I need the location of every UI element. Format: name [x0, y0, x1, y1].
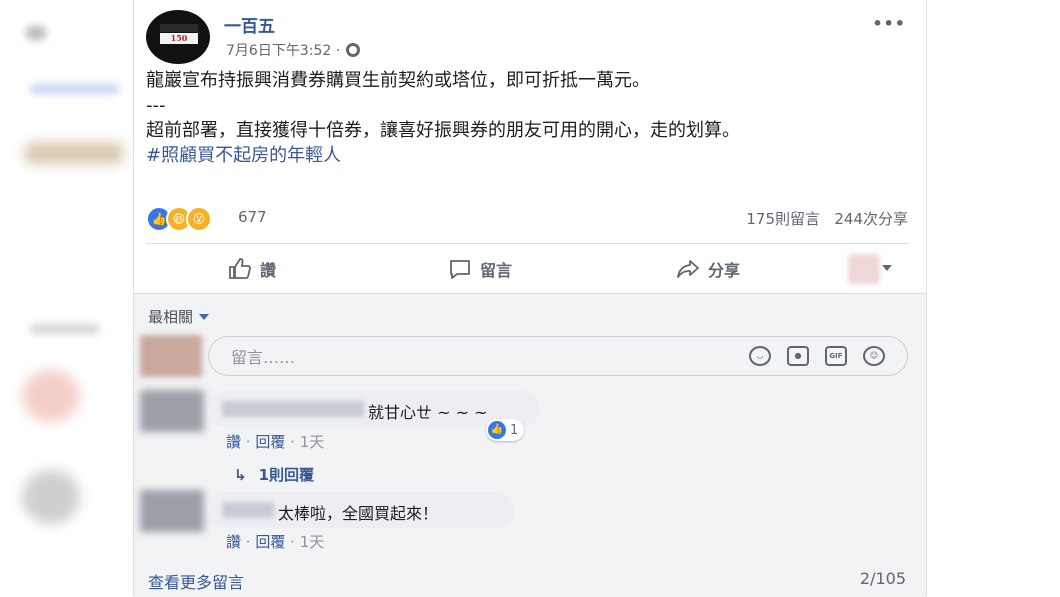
- page-name[interactable]: 一百五: [224, 12, 275, 37]
- avatar[interactable]: [140, 490, 204, 532]
- post-text-line: 超前部署，直接獲得十倍券，讓喜好振興券的朋友可用的開心，走的划算。: [146, 120, 740, 141]
- comment-reply-link[interactable]: 回覆: [255, 433, 285, 451]
- thumbs-up-icon: [229, 258, 251, 279]
- post-header: 150 一百五 7月6日下午3:52 · •••: [146, 10, 916, 64]
- comment-actions: 讚 · 回覆 · 1天: [226, 533, 325, 551]
- reactions-bar: 👍 😆 😮 677 175則留言 244次分享: [146, 206, 908, 232]
- comment-reaction-badge[interactable]: 👍 1: [486, 419, 525, 441]
- background-blur: [26, 26, 46, 40]
- gif-icon[interactable]: GIF: [825, 346, 847, 366]
- comment-count[interactable]: 175則留言: [746, 210, 820, 228]
- divider: [146, 243, 908, 244]
- camera-icon[interactable]: ●: [787, 346, 809, 366]
- comment-bubble: 太棒啦，全國買起來！: [208, 492, 514, 528]
- post-text-line: 龍巖宣布持振興消費券購買生前契約或塔位，即可折抵一萬元。: [146, 70, 650, 91]
- post-actions: 讚 留言 分享: [146, 252, 908, 286]
- comment-actions: 讚 · 回覆 · 1天: [226, 433, 325, 451]
- more-horizontal-icon[interactable]: •••: [872, 14, 906, 33]
- comment-input[interactable]: [229, 345, 713, 369]
- comment-time[interactable]: 1天: [300, 533, 325, 551]
- commenter-name[interactable]: [222, 401, 364, 417]
- comments-section: 最相關 ◡ ● GIF ☺ 就甘心ㄝ ~ ~ ~ 👍 1 讚 · 回覆: [134, 293, 926, 597]
- commenter-name[interactable]: [222, 502, 274, 518]
- post-separator: ---: [146, 95, 166, 116]
- comment-text: 太棒啦，全國買起來！: [278, 504, 439, 523]
- comment-sort-dropdown[interactable]: 最相關: [148, 306, 210, 327]
- comment-like-link[interactable]: 讚: [226, 533, 241, 551]
- sort-label: 最相關: [148, 308, 194, 326]
- comment-label: 留言: [480, 261, 513, 280]
- post-meta: 7月6日下午3:52 ·: [226, 40, 361, 60]
- chevron-down-icon[interactable]: [882, 265, 892, 271]
- comment-input-tools: ◡ ● GIF ☺: [749, 346, 885, 366]
- emoji-icon[interactable]: ◡: [749, 346, 771, 366]
- share-arrow-icon: [677, 260, 699, 278]
- avatar: [140, 335, 202, 377]
- replies-count: 1則回覆: [258, 466, 315, 484]
- page-avatar[interactable]: 150: [146, 10, 210, 64]
- share-label: 分享: [708, 261, 741, 280]
- comment-reaction-count: 1: [510, 422, 519, 438]
- reaction-icons[interactable]: 👍 😆 😮: [146, 206, 212, 232]
- view-replies-link[interactable]: ↳ 1則回覆: [234, 464, 314, 485]
- share-count[interactable]: 244次分享: [834, 210, 908, 228]
- background-blur: [24, 142, 124, 164]
- share-as-avatar[interactable]: [848, 254, 880, 284]
- comment-like-link[interactable]: 讚: [226, 433, 241, 451]
- like-reaction-icon: 👍: [488, 421, 506, 439]
- share-button[interactable]: 分享: [676, 252, 740, 286]
- like-button[interactable]: 讚: [228, 252, 276, 286]
- comment-input-box[interactable]: ◡ ● GIF ☺: [208, 336, 908, 376]
- comment-time[interactable]: 1天: [300, 433, 325, 451]
- reply-arrow-icon: ↳: [234, 465, 247, 484]
- caret-down-icon: [199, 313, 210, 320]
- view-more-comments-link[interactable]: 查看更多留言: [148, 569, 244, 593]
- background-blur: [22, 470, 80, 524]
- logo-bar: [160, 24, 198, 32]
- wow-reaction-icon: 😮: [186, 206, 212, 232]
- logo-badge: 150: [160, 33, 198, 44]
- background-blur: [30, 324, 100, 334]
- comment-bubble-icon: [450, 260, 470, 279]
- comment-reply-link[interactable]: 回覆: [255, 533, 285, 551]
- reaction-count[interactable]: 677: [238, 208, 267, 226]
- post-text: 龍巖宣布持振興消費券購買生前契約或塔位，即可折抵一萬元。 --- 超前部署，直接…: [146, 68, 906, 168]
- hashtag-link[interactable]: #照顧買不起房的年輕人: [146, 145, 341, 166]
- post-timestamp[interactable]: 7月6日下午3:52 ·: [226, 40, 340, 60]
- globe-icon: [346, 43, 361, 57]
- comment-button[interactable]: 留言: [448, 252, 512, 286]
- comment-pager: 2/105: [859, 569, 906, 588]
- comment-share-counts: 175則留言 244次分享: [746, 208, 908, 229]
- background-blur: [22, 370, 80, 422]
- background-blur: [30, 84, 120, 94]
- avatar[interactable]: [140, 390, 204, 432]
- post-card: 150 一百五 7月6日下午3:52 · ••• 龍巖宣布持振興消費券購買生前契…: [133, 0, 927, 597]
- comment-text: 就甘心ㄝ ~ ~ ~: [368, 403, 488, 422]
- sticker-icon[interactable]: ☺: [863, 346, 885, 366]
- like-label: 讚: [260, 261, 277, 280]
